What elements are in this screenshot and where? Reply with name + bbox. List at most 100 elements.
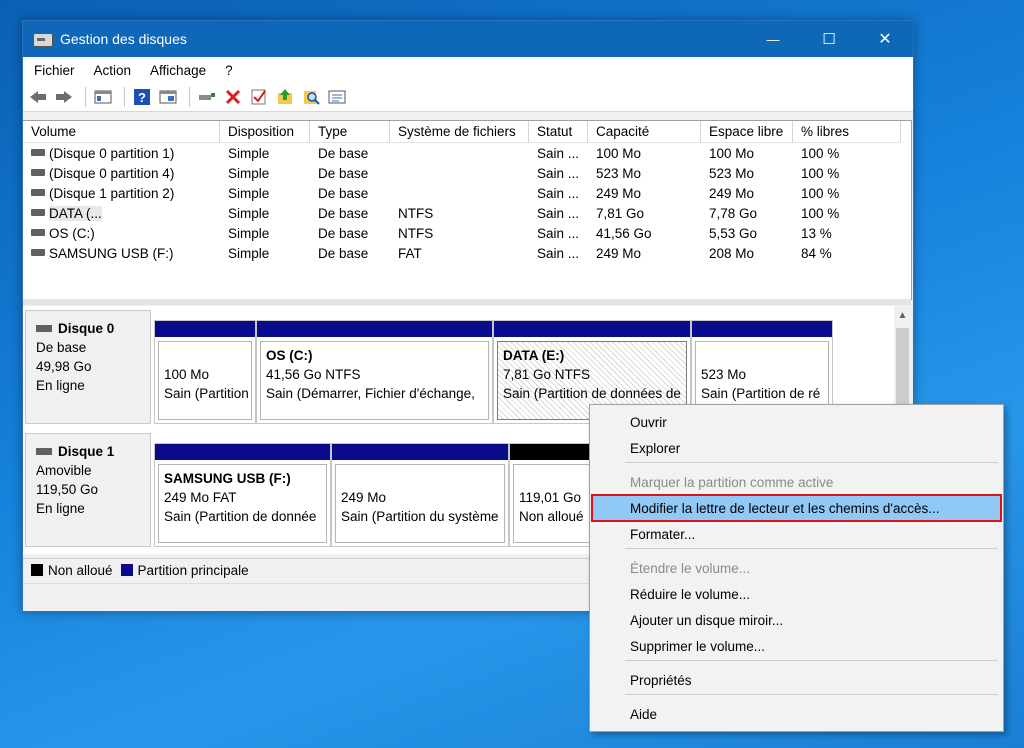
- column-type[interactable]: Type: [310, 121, 390, 143]
- context-menu-item[interactable]: Supprimer le volume...: [593, 634, 1000, 658]
- volume-icon: [31, 169, 45, 177]
- maximize-button[interactable]: ☐: [801, 21, 857, 57]
- volume-name: (Disque 0 partition 1): [49, 145, 175, 161]
- disk-icon: [36, 325, 52, 332]
- help-icon[interactable]: ?: [131, 86, 153, 108]
- volume-icon: [31, 229, 45, 237]
- table-cell: 100 %: [801, 165, 840, 181]
- close-button[interactable]: ✕: [857, 21, 913, 57]
- back-icon[interactable]: [27, 86, 49, 108]
- table-cell: Simple: [228, 145, 270, 161]
- partition-size: 523 Mo: [701, 367, 747, 382]
- volume-name: (Disque 0 partition 4): [49, 165, 175, 181]
- menu-fichier[interactable]: Fichier: [26, 63, 83, 78]
- table-cell: 13 %: [801, 225, 832, 241]
- column-filesystem[interactable]: Système de fichiers: [390, 121, 529, 143]
- disk-icon: [36, 448, 52, 455]
- menu-action[interactable]: Action: [86, 63, 140, 78]
- context-menu-item[interactable]: Ouvrir: [593, 410, 1000, 434]
- disk-1-name: Disque 1: [58, 444, 115, 459]
- table-cell: Simple: [228, 245, 270, 261]
- forward-icon[interactable]: [53, 86, 75, 108]
- table-cell: 249 Mo: [596, 245, 642, 261]
- connect-icon[interactable]: [196, 86, 218, 108]
- partition-disk0-p1[interactable]: 100 Mo Sain (Partition: [154, 320, 256, 424]
- table-row[interactable]: SAMSUNG USB (F:) Simple De base FAT Sain ...…: [23, 243, 911, 263]
- table-cell: De base: [318, 225, 369, 241]
- menu-affichage[interactable]: Affichage: [142, 63, 214, 78]
- table-cell: Sain ...: [537, 205, 580, 221]
- up-icon[interactable]: [274, 86, 296, 108]
- table-cell: SAMSUNG USB (F:): [23, 246, 220, 261]
- view-icon[interactable]: [157, 86, 179, 108]
- context-menu-item[interactable]: Propriétés: [593, 668, 1000, 692]
- menu-separator: [625, 548, 998, 549]
- disk-1-size: 119,50 Go: [36, 482, 99, 497]
- console-tree-icon[interactable]: [92, 86, 114, 108]
- table-row[interactable]: OS (C:) Simple De base NTFS Sain ... 41,56 Go…: [23, 223, 911, 243]
- volume-rows: (Disque 0 partition 1) Simple De base Sain …: [23, 143, 911, 263]
- volume-name: SAMSUNG USB (F:): [49, 245, 174, 261]
- disk-0-label[interactable]: Disque 0 De base 49,98 Go En ligne: [25, 310, 151, 424]
- column-percent-free[interactable]: % libres: [793, 121, 901, 143]
- check-icon[interactable]: [248, 86, 270, 108]
- table-cell: FAT: [398, 245, 422, 261]
- maximize-icon: ☐: [822, 31, 836, 48]
- pane-splitter[interactable]: [23, 299, 911, 305]
- context-menu-item[interactable]: Explorer: [593, 436, 1000, 460]
- partition-status: Sain (Partition du système: [341, 509, 499, 524]
- partition-samsung-usb-f[interactable]: SAMSUNG USB (F:) 249 Mo FAT Sain (Partit…: [154, 443, 331, 547]
- table-cell: 523 Mo: [596, 165, 642, 181]
- column-capacity[interactable]: Capacité: [588, 121, 701, 143]
- table-cell: DATA (...: [23, 205, 220, 221]
- column-status[interactable]: Statut: [529, 121, 588, 143]
- minimize-button[interactable]: —: [745, 21, 801, 57]
- partition-os-c[interactable]: OS (C:) 41,56 Go NTFS Sain (Démarrer, Fi…: [256, 320, 493, 424]
- table-cell: (Disque 0 partition 1): [23, 146, 220, 161]
- column-disposition[interactable]: Disposition: [220, 121, 310, 143]
- partition-status: Sain (Partition de données de: [503, 386, 681, 401]
- column-volume[interactable]: Volume: [23, 121, 220, 143]
- title-bar[interactable]: Gestion des disques — ☐ ✕: [23, 21, 913, 57]
- scroll-up-icon[interactable]: ▲: [894, 306, 911, 324]
- context-menu-item[interactable]: Modifier la lettre de lecteur et les che…: [591, 494, 1002, 522]
- table-cell: 41,56 Go: [596, 225, 652, 241]
- properties-icon[interactable]: [326, 86, 348, 108]
- partition-size: 119,01 Go: [519, 490, 582, 505]
- disk-management-icon: [32, 30, 54, 48]
- context-menu-item[interactable]: Aide: [593, 702, 1000, 726]
- partition-status: Sain (Partition de ré: [701, 386, 821, 401]
- legend-unallocated: Non alloué: [48, 562, 113, 578]
- table-cell: 100 Mo: [709, 145, 755, 161]
- table-cell: 249 Mo: [709, 185, 755, 201]
- table-cell: 249 Mo: [596, 185, 642, 201]
- table-cell: (Disque 1 partition 2): [23, 186, 220, 201]
- menu-separator: [625, 660, 998, 661]
- column-free-space[interactable]: Espace libre: [701, 121, 793, 143]
- delete-icon[interactable]: [222, 86, 244, 108]
- context-menu-item[interactable]: Réduire le volume...: [593, 582, 1000, 606]
- table-row[interactable]: (Disque 1 partition 2) Simple De base Sain …: [23, 183, 911, 203]
- search-icon[interactable]: [300, 86, 322, 108]
- context-menu-item[interactable]: Ajouter un disque miroir...: [593, 608, 1000, 632]
- context-menu-item[interactable]: Formater...: [593, 522, 1000, 546]
- partition-size: 7,81 Go NTFS: [503, 367, 591, 382]
- partition-unallocated[interactable]: 119,01 Go Non alloué: [509, 443, 599, 547]
- table-cell: NTFS: [398, 205, 434, 221]
- menu-bar: Fichier Action Affichage ?: [23, 57, 913, 83]
- disk-1-status: En ligne: [36, 501, 85, 516]
- table-cell: 100 %: [801, 205, 840, 221]
- partition-disk1-p2[interactable]: 249 Mo Sain (Partition du système: [331, 443, 509, 547]
- table-cell: De base: [318, 245, 369, 261]
- partition-size: 249 Mo: [341, 490, 387, 505]
- disk-1-type: Amovible: [36, 463, 92, 478]
- disk-1-label[interactable]: Disque 1 Amovible 119,50 Go En ligne: [25, 433, 151, 547]
- volume-name: (Disque 1 partition 2): [49, 185, 175, 201]
- table-cell: Simple: [228, 225, 270, 241]
- table-row[interactable]: DATA (... Simple De base NTFS Sain ... 7,81 G…: [23, 203, 911, 223]
- table-row[interactable]: (Disque 0 partition 1) Simple De base Sain …: [23, 143, 911, 163]
- table-cell: 100 %: [801, 145, 840, 161]
- table-row[interactable]: (Disque 0 partition 4) Simple De base Sain …: [23, 163, 911, 183]
- menu-help[interactable]: ?: [217, 63, 241, 78]
- table-cell: Simple: [228, 205, 270, 221]
